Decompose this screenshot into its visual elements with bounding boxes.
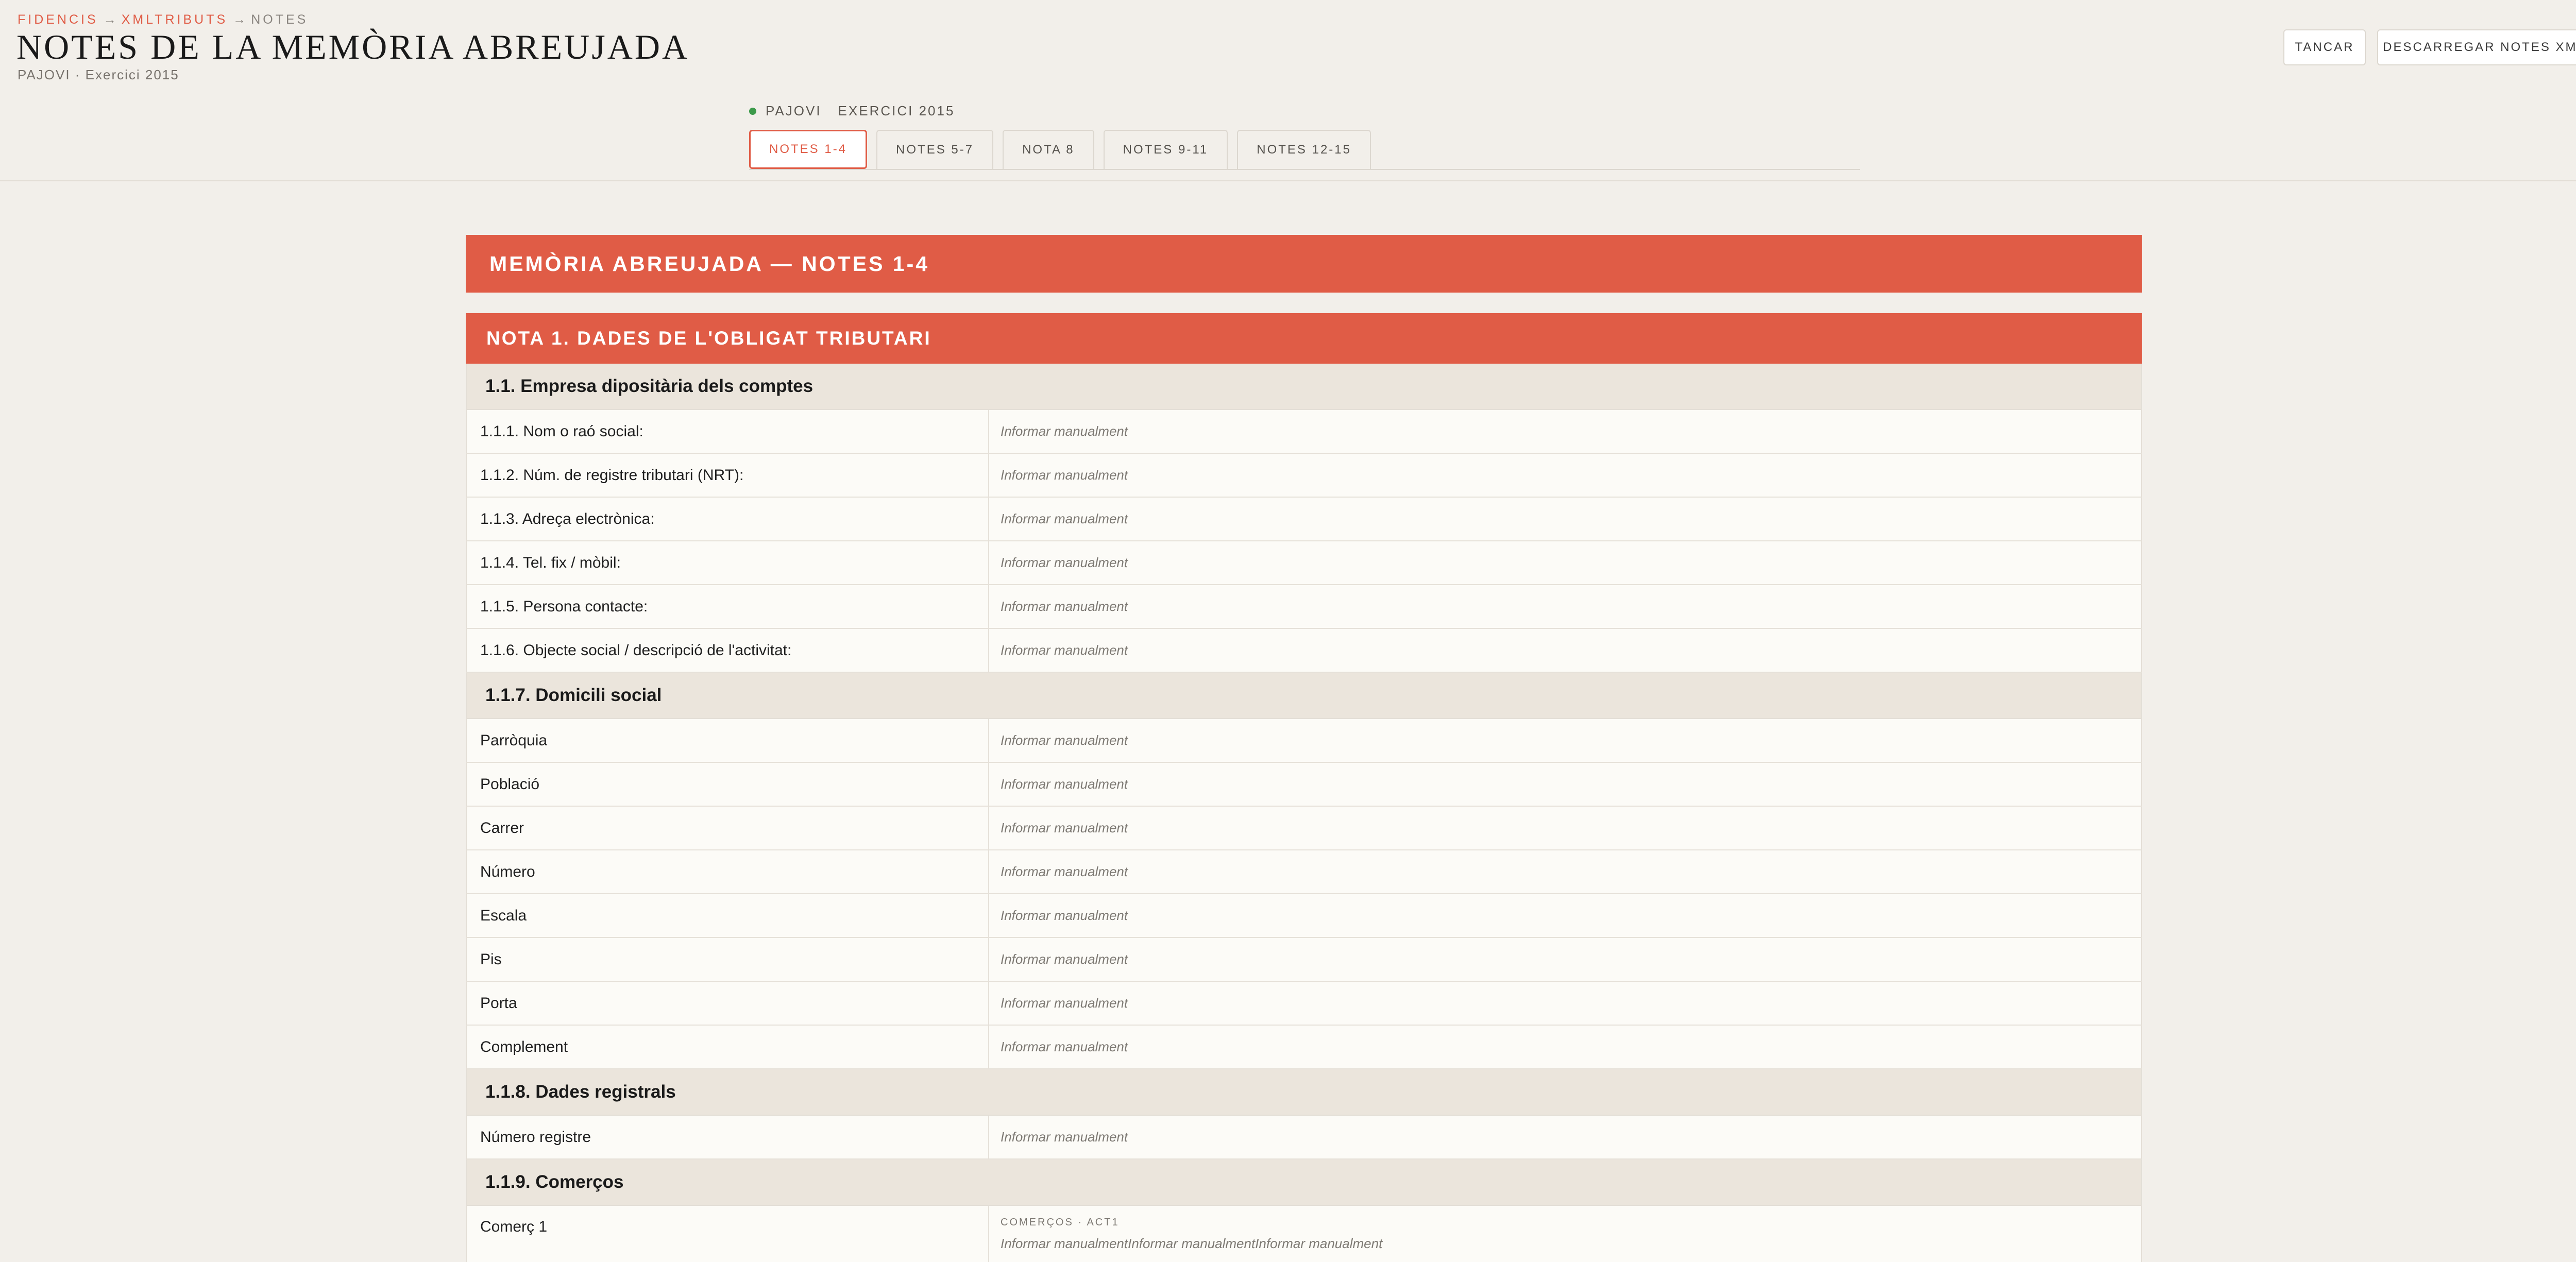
download-xml-button[interactable]: DESCARREGAR NOTES XML (2377, 29, 2576, 65)
tabs-divider (749, 169, 1860, 170)
field-label: 1.1.3. Adreça electrònica: (467, 498, 989, 540)
field-row: Porta Informar manualment (466, 982, 2142, 1026)
field-label: Població (467, 763, 989, 806)
tab-notes-9-11[interactable]: NOTES 9-11 (1103, 130, 1228, 169)
field-row: Comerç 1 COMERÇOS · ACT1 Informar manual… (466, 1206, 2142, 1262)
notes-form: MEMÒRIA ABREUJADA — NOTES 1-4 NOTA 1. DA… (466, 235, 2142, 1262)
exercise-year: EXERCICI 2015 (838, 103, 955, 118)
field-row: Complement Informar manualment (466, 1026, 2142, 1069)
field-label: Pis (467, 938, 989, 981)
close-button[interactable]: TANCAR (2283, 29, 2366, 65)
field-label: Porta (467, 982, 989, 1025)
field-label: Número registre (467, 1116, 989, 1158)
company-name-input[interactable]: Informar manualment (989, 410, 2141, 453)
staircase-input[interactable]: Informar manualment (989, 894, 2141, 937)
complement-input[interactable]: Informar manualment (989, 1026, 2141, 1068)
commerce-sub-label: COMERÇOS · ACT1 (1001, 1217, 1120, 1228)
breadcrumb: FIDENCIS → XMLTRIBUTS → NOTES (18, 12, 308, 27)
section-header: 1.1.7. Domicili social (466, 673, 2142, 719)
page-subtitle: PAJOVI · Exercici 2015 (18, 67, 179, 82)
page-title: NOTES DE LA MEMÒRIA ABREUJADA (16, 27, 690, 66)
email-input[interactable]: Informar manualment (989, 498, 2141, 540)
company-name: PAJOVI (766, 103, 822, 118)
number-input[interactable]: Informar manualment (989, 850, 2141, 893)
field-row: Carrer Informar manualment (466, 807, 2142, 850)
section-header: 1.1.8. Dades registrals (466, 1069, 2142, 1116)
note-1-header: NOTA 1. DADES DE L'OBLIGAT TRIBUTARI (466, 313, 2142, 364)
field-label: Carrer (467, 807, 989, 849)
top-header: FIDENCIS → XMLTRIBUTS → NOTES NOTES DE LA ME… (0, 0, 2576, 181)
field-label: 1.1.4. Tel. fix / mòbil: (467, 541, 989, 584)
field-row: 1.1.2. Núm. de registre tributari (NRT):… (466, 454, 2142, 498)
field-label: Parròquia (467, 719, 989, 762)
street-input[interactable]: Informar manualment (989, 807, 2141, 849)
section-header: 1.1. Empresa dipositària dels comptes (466, 364, 2142, 410)
floor-input[interactable]: Informar manualment (989, 938, 2141, 981)
field-row: 1.1.3. Adreça electrònica: Informar manu… (466, 498, 2142, 541)
field-label: 1.1.5. Persona contacte: (467, 585, 989, 628)
field-row: Escala Informar manualment (466, 894, 2142, 938)
notes-tabs: NOTES 1-4 NOTES 5-7 NOTA 8 NOTES 9-11 NO… (749, 130, 1371, 169)
field-row: 1.1.6. Objecte social / descripció de l'… (466, 629, 2142, 673)
breadcrumb-fidencis[interactable]: FIDENCIS (18, 12, 98, 27)
field-label: Complement (467, 1026, 989, 1068)
form-banner: MEMÒRIA ABREUJADA — NOTES 1-4 (466, 235, 2142, 293)
registry-number-input[interactable]: Informar manualment (989, 1116, 2141, 1158)
section-header: 1.1.9. Comerços (466, 1159, 2142, 1206)
field-row: Parròquia Informar manualment (466, 719, 2142, 763)
field-label: Escala (467, 894, 989, 937)
field-row: 1.1.4. Tel. fix / mòbil: Informar manual… (466, 541, 2142, 585)
tab-notes-1-4[interactable]: NOTES 1-4 (749, 130, 868, 169)
tab-notes-12-15[interactable]: NOTES 12-15 (1237, 130, 1371, 169)
breadcrumb-separator: → (103, 12, 116, 27)
breadcrumb-xmltributs[interactable]: XMLTRIBUTS (122, 12, 228, 27)
activity-description-input[interactable]: Informar manualment (989, 629, 2141, 672)
nrt-input[interactable]: Informar manualment (989, 454, 2141, 497)
company-info: PAJOVI EXERCICI 2015 (749, 103, 955, 119)
field-row: 1.1.5. Persona contacte: Informar manual… (466, 585, 2142, 629)
field-label: 1.1.1. Nom o raó social: (467, 410, 989, 453)
field-row: Pis Informar manualment (466, 938, 2142, 982)
field-row: Població Informar manualment (466, 763, 2142, 807)
breadcrumb-separator: → (233, 12, 246, 27)
parish-input[interactable]: Informar manualment (989, 719, 2141, 762)
field-label: 1.1.2. Núm. de registre tributari (NRT): (467, 454, 989, 497)
field-row: Número registre Informar manualment (466, 1116, 2142, 1159)
status-dot-icon (749, 107, 756, 115)
field-label: 1.1.6. Objecte social / descripció de l'… (467, 629, 989, 672)
commerce-1-input[interactable]: Informar manualmentInformar manualmentIn… (1001, 1236, 1382, 1252)
contact-person-input[interactable]: Informar manualment (989, 585, 2141, 628)
field-row: 1.1.1. Nom o raó social: Informar manual… (466, 410, 2142, 454)
tab-nota-8[interactable]: NOTA 8 (1003, 130, 1094, 169)
field-label: Número (467, 850, 989, 893)
commerce-1-field[interactable]: COMERÇOS · ACT1 Informar manualmentInfor… (989, 1206, 2141, 1262)
field-row: Número Informar manualment (466, 850, 2142, 894)
door-input[interactable]: Informar manualment (989, 982, 2141, 1025)
breadcrumb-current: NOTES (251, 12, 309, 27)
town-input[interactable]: Informar manualment (989, 763, 2141, 806)
field-label: Comerç 1 (467, 1206, 989, 1262)
phone-input[interactable]: Informar manualment (989, 541, 2141, 584)
tab-notes-5-7[interactable]: NOTES 5-7 (876, 130, 994, 169)
